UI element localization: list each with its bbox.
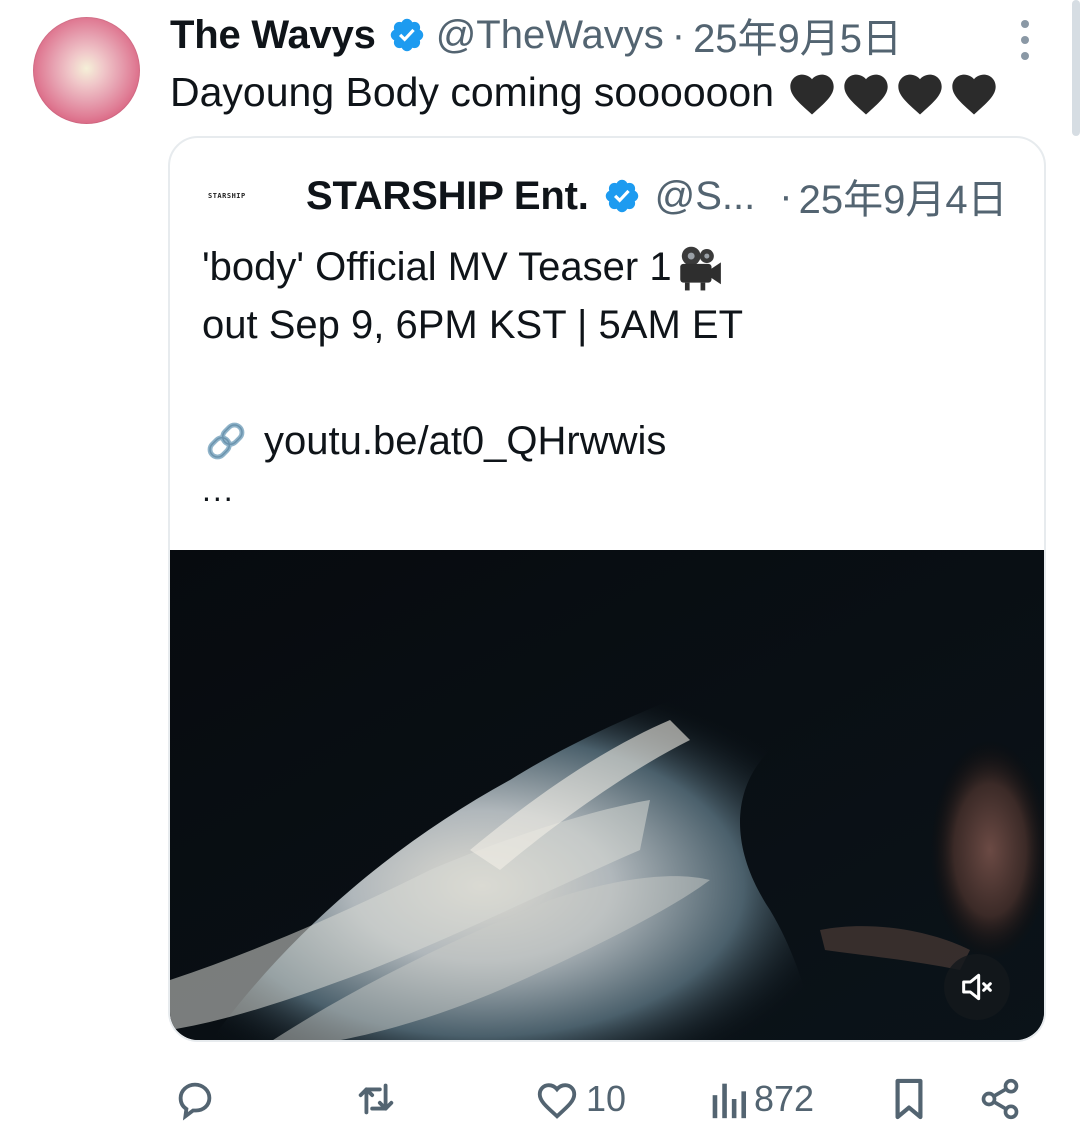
- author-display-name[interactable]: The Wavys: [170, 13, 376, 58]
- avatar[interactable]: [33, 17, 140, 124]
- tweet-header: The Wavys @TheWavys · 25年9月5日: [170, 10, 902, 62]
- separator-dot: ·: [779, 173, 793, 218]
- tweet-date[interactable]: 25年9月5日: [693, 6, 902, 64]
- bookmark-icon: [895, 1078, 923, 1120]
- reply-icon: [178, 1082, 212, 1121]
- quoted-tweet-text: 'body' Official MV Teaser 1 out Sep 9, 6…: [202, 238, 1022, 510]
- quoted-author-display-name[interactable]: STARSHIP Ent.: [306, 174, 589, 219]
- mute-button[interactable]: [944, 954, 1010, 1020]
- like-button[interactable]: 10: [534, 1076, 626, 1122]
- video-frame: [170, 550, 1044, 1040]
- share-button[interactable]: [978, 1076, 1022, 1122]
- quoted-tweet-card[interactable]: STARSHIP STARSHIP Ent. @S... · 25年9月4日 '…: [168, 136, 1046, 1042]
- reply-button[interactable]: [172, 1076, 218, 1122]
- views-icon: [712, 1083, 747, 1119]
- tweet-view: The Wavys @TheWavys · 25年9月5日 Dayoung Bo…: [0, 0, 1080, 1133]
- verified-badge-icon: [605, 179, 638, 213]
- bookmark-button[interactable]: [890, 1076, 928, 1122]
- tweet-text-content: Dayoung Body coming soooooon: [170, 69, 775, 115]
- quoted-text-line: out Sep 9, 6PM KST | 5AM ET: [202, 303, 743, 347]
- heart-icon: [537, 1083, 577, 1119]
- show-more-ellipsis[interactable]: ...: [202, 470, 1022, 510]
- starship-logo: STARSHIP: [208, 192, 246, 200]
- link-icon: [207, 422, 245, 460]
- movie-camera-icon: [679, 246, 721, 291]
- speaker-muted-icon: [962, 973, 992, 1001]
- quoted-author-handle[interactable]: @S...: [655, 174, 756, 219]
- link-text[interactable]: youtu.be/at0_QHrwwis: [264, 412, 666, 470]
- video-player[interactable]: [170, 550, 1044, 1040]
- black-heart-icon: [898, 74, 942, 115]
- retweet-button[interactable]: [352, 1076, 400, 1122]
- quoted-text-line: 'body' Official MV Teaser 1: [202, 238, 1022, 296]
- black-heart-icon: [952, 74, 996, 115]
- verified-badge-icon: [390, 18, 423, 52]
- tweet-actions-bar: 10 872: [0, 1062, 1080, 1133]
- vertical-ellipsis-icon[interactable]: [1014, 20, 1036, 60]
- quoted-tweet-date[interactable]: 25年9月4日: [799, 167, 1008, 225]
- author-handle[interactable]: @TheWavys: [436, 13, 664, 58]
- views-count: 872: [754, 1078, 815, 1119]
- black-heart-icon: [790, 74, 834, 115]
- separator-dot: ·: [671, 12, 686, 57]
- quoted-tweet-header: STARSHIP STARSHIP Ent. @S... · 25年9月4日: [208, 172, 1008, 223]
- black-heart-icon: [844, 74, 888, 115]
- quoted-link[interactable]: youtu.be/at0_QHrwwis: [202, 412, 1022, 470]
- emoji-row: [786, 67, 1000, 117]
- views-button[interactable]: 872: [708, 1076, 814, 1122]
- share-icon: [981, 1078, 1019, 1120]
- tweet-text: Dayoung Body coming soooooon: [170, 64, 1000, 120]
- scrollbar[interactable]: [1072, 0, 1080, 136]
- like-count: 10: [586, 1078, 627, 1119]
- retweet-icon: [358, 1083, 394, 1115]
